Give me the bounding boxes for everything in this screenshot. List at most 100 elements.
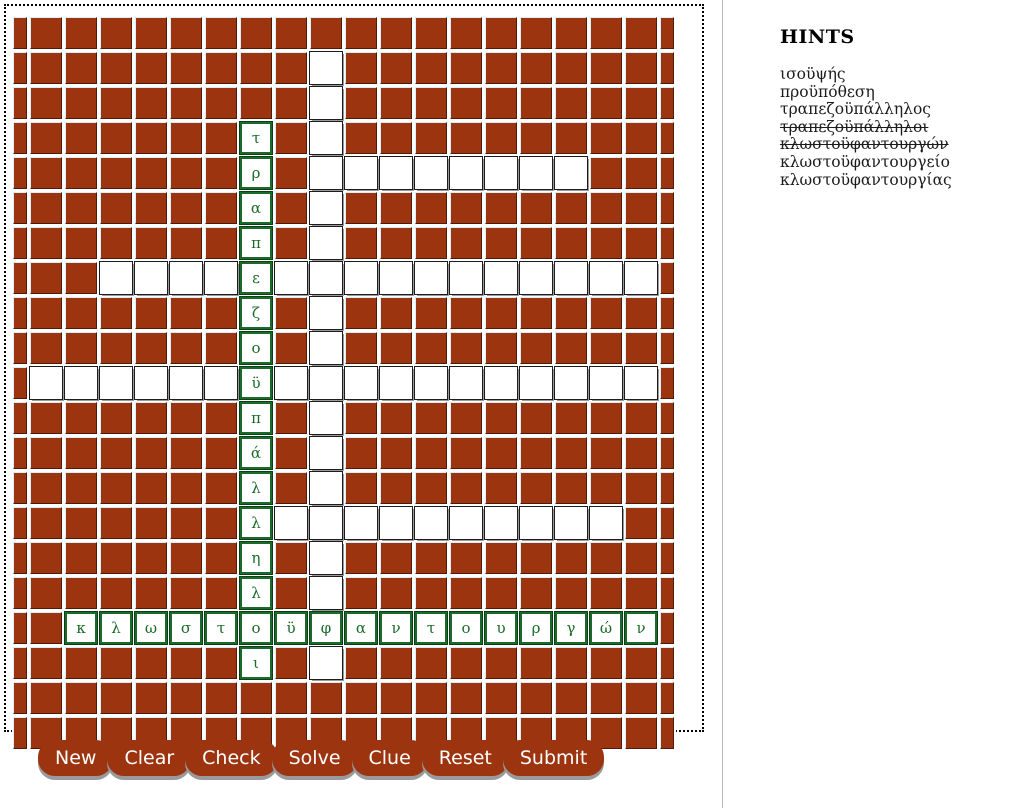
grid-cell-letter[interactable]: τ	[414, 611, 449, 646]
clue-button[interactable]: Clue	[351, 740, 428, 776]
grid-cell-empty[interactable]	[309, 366, 344, 401]
grid-cell-letter[interactable]: ζ	[239, 296, 274, 331]
grid-cell-letter[interactable]: ρ	[519, 611, 554, 646]
grid-cell-empty[interactable]	[309, 541, 344, 576]
grid-cell-letter[interactable]: ο	[449, 611, 484, 646]
hint-item[interactable]: προϋπόθεση	[780, 83, 1014, 102]
grid-cell-letter[interactable]: τ	[204, 611, 239, 646]
grid-cell-empty[interactable]	[449, 506, 484, 541]
grid-cell-empty[interactable]	[309, 401, 344, 436]
grid-cell-empty[interactable]	[309, 86, 344, 121]
grid-cell-empty[interactable]	[134, 261, 169, 296]
grid-cell-letter[interactable]: ο	[239, 331, 274, 366]
solve-button[interactable]: Solve	[271, 740, 358, 776]
grid-cell-empty[interactable]	[624, 261, 659, 296]
grid-cell-empty[interactable]	[414, 366, 449, 401]
grid-cell-letter[interactable]: κ	[64, 611, 99, 646]
grid-cell-letter[interactable]: γ	[554, 611, 589, 646]
grid-cell-letter[interactable]: ι	[239, 646, 274, 681]
grid-cell-empty[interactable]	[309, 51, 344, 86]
hint-item[interactable]: τραπεζοϋπάλληλοι	[780, 118, 1014, 137]
grid-cell-empty[interactable]	[554, 156, 589, 191]
grid-cell-empty[interactable]	[484, 506, 519, 541]
grid-cell-empty[interactable]	[309, 226, 344, 261]
hint-item[interactable]: ισοϋψής	[780, 65, 1014, 84]
grid-cell-empty[interactable]	[484, 366, 519, 401]
grid-cell-empty[interactable]	[379, 261, 414, 296]
hint-item[interactable]: τραπεζοϋπάλληλος	[780, 101, 1014, 119]
grid-cell-letter[interactable]: ν	[624, 611, 659, 646]
grid-cell-empty[interactable]	[309, 646, 344, 681]
grid-cell-letter[interactable]: λ	[239, 471, 274, 506]
hint-item[interactable]: κλωστοϋφαντουργών	[780, 136, 1014, 154]
grid-cell-empty[interactable]	[519, 506, 554, 541]
grid-cell-letter[interactable]: ν	[379, 611, 414, 646]
grid-cell-empty[interactable]	[344, 261, 379, 296]
grid-cell-empty[interactable]	[484, 261, 519, 296]
grid-cell-empty[interactable]	[204, 261, 239, 296]
grid-cell-empty[interactable]	[519, 156, 554, 191]
grid-cell-letter[interactable]: π	[239, 401, 274, 436]
grid-cell-letter[interactable]: τ	[239, 121, 274, 156]
grid-cell-empty[interactable]	[309, 506, 344, 541]
grid-cell-letter[interactable]: ώ	[589, 611, 624, 646]
grid-cell-empty[interactable]	[449, 366, 484, 401]
submit-button[interactable]: Submit	[502, 740, 605, 776]
reset-button[interactable]: Reset	[421, 740, 509, 776]
clear-button[interactable]: Clear	[107, 740, 192, 776]
crossword-grid[interactable]: τραπεζοϋπάλληλκλωστοϋφαντουργώνι	[12, 16, 676, 751]
grid-cell-empty[interactable]	[99, 366, 134, 401]
grid-cell-empty[interactable]	[309, 436, 344, 471]
grid-cell-empty[interactable]	[379, 156, 414, 191]
grid-cell-empty[interactable]	[64, 366, 99, 401]
grid-cell-letter[interactable]: ο	[239, 611, 274, 646]
grid-cell-letter[interactable]: λ	[239, 506, 274, 541]
grid-cell-empty[interactable]	[519, 261, 554, 296]
grid-cell-empty[interactable]	[274, 506, 309, 541]
grid-cell-empty[interactable]	[309, 156, 344, 191]
grid-cell-letter[interactable]: σ	[169, 611, 204, 646]
grid-cell-empty[interactable]	[414, 506, 449, 541]
grid-cell-letter[interactable]: ϋ	[239, 366, 274, 401]
grid-cell-empty[interactable]	[309, 576, 344, 611]
grid-cell-empty[interactable]	[309, 331, 344, 366]
grid-cell-empty[interactable]	[169, 261, 204, 296]
grid-cell-empty[interactable]	[589, 506, 624, 541]
grid-cell-letter[interactable]: φ	[309, 611, 344, 646]
grid-cell-empty[interactable]	[379, 366, 414, 401]
grid-cell-empty[interactable]	[589, 261, 624, 296]
new-button[interactable]: New	[38, 740, 114, 776]
grid-cell-letter[interactable]: ϋ	[274, 611, 309, 646]
grid-cell-empty[interactable]	[309, 471, 344, 506]
grid-cell-letter[interactable]: ω	[134, 611, 169, 646]
grid-cell-letter[interactable]: α	[344, 611, 379, 646]
grid-cell-empty[interactable]	[554, 506, 589, 541]
grid-cell-empty[interactable]	[379, 506, 414, 541]
grid-cell-empty[interactable]	[309, 296, 344, 331]
hint-item[interactable]: κλωστοϋφαντουργίας	[780, 171, 1014, 190]
grid-cell-empty[interactable]	[449, 261, 484, 296]
grid-cell-empty[interactable]	[344, 506, 379, 541]
grid-cell-letter[interactable]: η	[239, 541, 274, 576]
grid-cell-letter[interactable]: α	[239, 191, 274, 226]
grid-cell-empty[interactable]	[274, 261, 309, 296]
grid-cell-empty[interactable]	[344, 156, 379, 191]
grid-cell-letter[interactable]: υ	[484, 611, 519, 646]
grid-cell-empty[interactable]	[309, 121, 344, 156]
grid-cell-empty[interactable]	[309, 261, 344, 296]
grid-cell-empty[interactable]	[134, 366, 169, 401]
grid-cell-empty[interactable]	[624, 366, 659, 401]
grid-cell-letter[interactable]: π	[239, 226, 274, 261]
grid-cell-empty[interactable]	[309, 191, 344, 226]
grid-cell-empty[interactable]	[589, 366, 624, 401]
grid-cell-empty[interactable]	[554, 366, 589, 401]
grid-cell-empty[interactable]	[274, 366, 309, 401]
grid-cell-empty[interactable]	[484, 156, 519, 191]
grid-cell-letter[interactable]: ά	[239, 436, 274, 471]
grid-cell-letter[interactable]: λ	[239, 576, 274, 611]
grid-cell-letter[interactable]: ρ	[239, 156, 274, 191]
grid-cell-empty[interactable]	[449, 156, 484, 191]
grid-cell-empty[interactable]	[99, 261, 134, 296]
hint-item[interactable]: κλωστοϋφαντουργείο	[780, 153, 1014, 172]
grid-cell-letter[interactable]: λ	[99, 611, 134, 646]
